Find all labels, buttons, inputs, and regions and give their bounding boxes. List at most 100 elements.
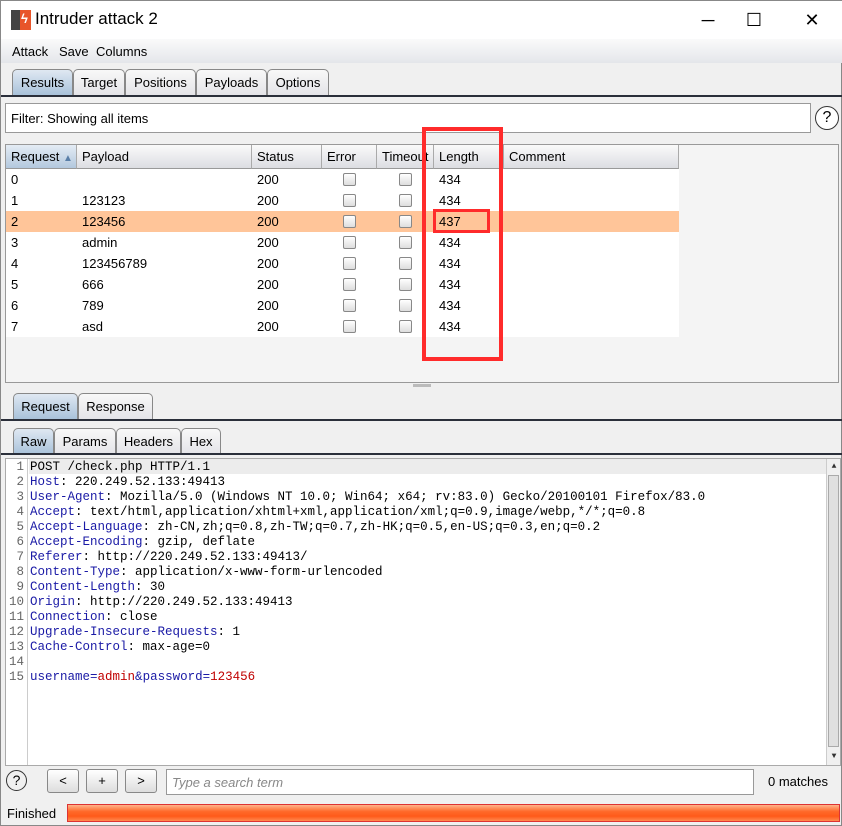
status-text: Finished (7, 806, 57, 821)
table-row[interactable]: 6 789 200 434 (6, 295, 679, 316)
timeout-checkbox[interactable] (399, 320, 412, 333)
vertical-scrollbar[interactable]: ▲ ▼ (826, 459, 840, 765)
timeout-checkbox[interactable] (399, 236, 412, 249)
line-number: 14 (8, 655, 24, 669)
cell-request: 2 (11, 214, 19, 229)
timeout-checkbox[interactable] (399, 257, 412, 270)
next-match-button[interactable]: > (125, 769, 157, 793)
cell-length: 434 (439, 277, 461, 292)
error-checkbox[interactable] (343, 299, 356, 312)
line-number: 6 (16, 535, 24, 549)
header-key: Upgrade-Insecure-Requests (30, 625, 218, 639)
cell-request: 5 (11, 277, 19, 292)
cell-length: 434 (439, 256, 461, 271)
search-help-icon[interactable]: ? (6, 770, 27, 791)
add-button[interactable]: + (86, 769, 118, 793)
tab-params[interactable]: Params (54, 428, 116, 454)
timeout-checkbox[interactable] (399, 299, 412, 312)
error-checkbox[interactable] (343, 215, 356, 228)
table-row[interactable]: 0 200 434 (6, 169, 679, 190)
timeout-checkbox[interactable] (399, 194, 412, 207)
menu-columns[interactable]: Columns (96, 44, 147, 59)
menu-attack[interactable]: Attack (12, 44, 48, 59)
search-input[interactable]: Type a search term (166, 769, 754, 795)
minimize-button[interactable]: ─ (685, 5, 731, 35)
split-handle[interactable] (413, 384, 431, 387)
tab-headers[interactable]: Headers (116, 428, 181, 454)
table-row[interactable]: 2 123456 200 437 (6, 211, 679, 232)
column-header-request[interactable]: Request ▲ (6, 145, 77, 169)
scrollbar-thumb[interactable] (828, 475, 839, 747)
param-value: admin (97, 670, 136, 684)
tab-payloads[interactable]: Payloads (196, 69, 267, 95)
tab-options[interactable]: Options (267, 69, 329, 95)
close-button[interactable]: ✕ (789, 5, 835, 35)
cell-request: 0 (11, 172, 19, 187)
column-header-timeout[interactable]: Timeout (377, 145, 434, 169)
tab-hex[interactable]: Hex (181, 428, 221, 454)
cell-request: 7 (11, 319, 19, 334)
cell-length: 434 (439, 193, 461, 208)
line-number: 8 (16, 565, 24, 579)
column-header-length[interactable]: Length (434, 145, 504, 169)
error-checkbox[interactable] (343, 194, 356, 207)
table-row[interactable]: 7 asd 200 434 (6, 316, 679, 337)
error-checkbox[interactable] (343, 236, 356, 249)
cell-status: 200 (257, 193, 279, 208)
error-checkbox[interactable] (343, 320, 356, 333)
table-row[interactable]: 4 123456789 200 434 (6, 253, 679, 274)
cell-length: 434 (439, 172, 461, 187)
column-header-status[interactable]: Status (252, 145, 322, 169)
error-checkbox[interactable] (343, 278, 356, 291)
tab-target[interactable]: Target (73, 69, 125, 95)
line-number: 13 (8, 640, 24, 654)
filter-bar[interactable]: Filter: Showing all items (5, 103, 811, 133)
column-header-comment[interactable]: Comment (504, 145, 679, 169)
tab-request[interactable]: Request (13, 393, 78, 419)
error-checkbox[interactable] (343, 173, 356, 186)
header-key: Origin (30, 595, 76, 609)
scroll-down-icon[interactable]: ▼ (828, 750, 840, 764)
tab-raw[interactable]: Raw (13, 428, 54, 454)
column-header-payload[interactable]: Payload (77, 145, 252, 169)
burp-logo-icon: ϟ (11, 10, 31, 30)
line-number: 4 (16, 505, 24, 519)
line-number: 10 (8, 595, 24, 609)
tab-response[interactable]: Response (78, 393, 153, 419)
cell-request: 4 (11, 256, 19, 271)
maximize-button[interactable]: ☐ (731, 5, 777, 35)
timeout-checkbox[interactable] (399, 215, 412, 228)
tab-results[interactable]: Results (12, 69, 73, 95)
view-tabs: Raw Params Headers Hex (1, 428, 842, 458)
table-row[interactable]: 3 admin 200 434 (6, 232, 679, 253)
error-checkbox[interactable] (343, 257, 356, 270)
tab-positions[interactable]: Positions (125, 69, 196, 95)
header-key: Content-Type (30, 565, 121, 579)
code-line: Accept-Encoding: gzip, deflate (30, 535, 255, 549)
column-header-error[interactable]: Error (322, 145, 377, 169)
cell-payload: 123456789 (82, 256, 148, 271)
text: : 1 (217, 625, 241, 639)
line-number: 5 (16, 520, 24, 534)
table-row[interactable]: 5 666 200 434 (6, 274, 679, 295)
scroll-up-icon[interactable]: ▲ (828, 460, 840, 474)
cell-length: 434 (439, 235, 461, 250)
text: : http://220.249.52.133:49413 (75, 595, 293, 609)
help-icon[interactable]: ? (815, 106, 839, 130)
menu-save[interactable]: Save (59, 44, 89, 59)
header-key: Accept-Encoding (30, 535, 143, 549)
header-key: Host (30, 475, 61, 489)
previous-match-button[interactable]: < (47, 769, 79, 793)
cell-request: 6 (11, 298, 19, 313)
header-key: User-Agent (30, 490, 106, 504)
line-number: 7 (16, 550, 24, 564)
table-row[interactable]: 1 123123 200 434 (6, 190, 679, 211)
header-key: & (135, 670, 143, 684)
cell-length: 437 (439, 214, 461, 229)
column-label: Request (11, 149, 60, 164)
cell-status: 200 (257, 256, 279, 271)
cell-status: 200 (257, 214, 279, 229)
timeout-checkbox[interactable] (399, 278, 412, 291)
request-editor[interactable]: 1 2 3 4 5 6 7 8 9 10 11 12 13 14 15 POST /check.php HT… (5, 458, 841, 766)
timeout-checkbox[interactable] (399, 173, 412, 186)
